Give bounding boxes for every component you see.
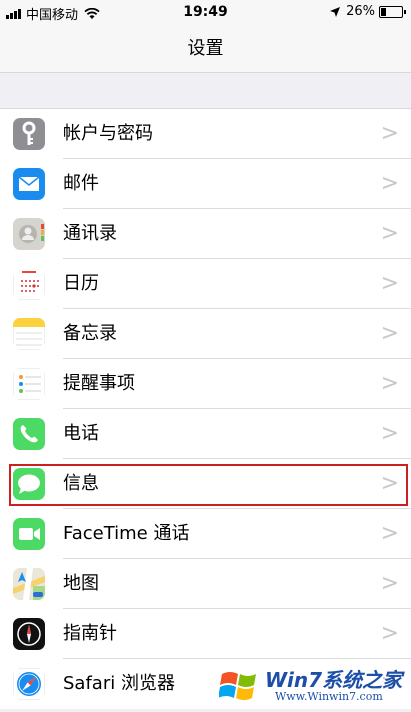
chevron-right-icon: > bbox=[380, 171, 399, 196]
chevron-right-icon: > bbox=[380, 571, 399, 596]
status-bar: 中国移动 19:49 26% bbox=[0, 0, 411, 26]
chevron-right-icon: > bbox=[380, 121, 399, 146]
messages-icon bbox=[13, 468, 45, 500]
settings-row-phone[interactable]: 电话 > bbox=[0, 409, 411, 459]
contacts-icon bbox=[13, 218, 45, 250]
settings-row-calendar[interactable]: 日历 > bbox=[0, 259, 411, 309]
row-label: 备忘录 bbox=[63, 323, 117, 344]
settings-row-mail[interactable]: 邮件 > bbox=[0, 159, 411, 209]
chevron-right-icon: > bbox=[380, 371, 399, 396]
watermark-url: Www.Winwin7.com bbox=[275, 690, 383, 703]
settings-row-messages[interactable]: 信息 > bbox=[0, 459, 411, 509]
settings-row-facetime[interactable]: FaceTime 通话 > bbox=[0, 509, 411, 559]
safari-icon bbox=[13, 668, 45, 700]
chevron-right-icon: > bbox=[380, 521, 399, 546]
watermark-title: Win7系统之家 bbox=[265, 668, 403, 692]
windows-logo-icon bbox=[219, 672, 256, 700]
location-arrow-icon bbox=[330, 6, 341, 17]
settings-row-contacts[interactable]: 通讯录 > bbox=[0, 209, 411, 259]
compass-icon bbox=[13, 618, 45, 650]
row-label: 指南针 bbox=[63, 623, 117, 644]
maps-icon bbox=[13, 568, 45, 600]
row-label: 电话 bbox=[63, 423, 99, 444]
chevron-right-icon: > bbox=[380, 421, 399, 446]
settings-row-reminders[interactable]: 提醒事项 > bbox=[0, 359, 411, 409]
settings-row-accounts[interactable]: 帐户与密码 > bbox=[0, 109, 411, 159]
reminders-icon bbox=[13, 368, 45, 400]
chevron-right-icon: > bbox=[380, 471, 399, 496]
settings-row-notes[interactable]: 备忘录 > bbox=[0, 309, 411, 359]
row-label: 地图 bbox=[63, 573, 99, 594]
phone-icon bbox=[13, 418, 45, 450]
chevron-right-icon: > bbox=[380, 621, 399, 646]
key-icon bbox=[13, 118, 45, 150]
row-label: 通讯录 bbox=[63, 223, 117, 244]
row-label: 信息 bbox=[63, 473, 99, 494]
settings-list: 帐户与密码 > 邮件 > 通讯录 > 日历 > 备忘录 > 提醒事项 > 电话 … bbox=[0, 108, 411, 709]
settings-row-maps[interactable]: 地图 > bbox=[0, 559, 411, 609]
row-label: 邮件 bbox=[63, 173, 99, 194]
chevron-right-icon: > bbox=[380, 321, 399, 346]
mail-icon bbox=[13, 168, 45, 200]
chevron-right-icon: > bbox=[380, 221, 399, 246]
battery-icon bbox=[379, 5, 406, 18]
row-label: FaceTime 通话 bbox=[63, 523, 190, 544]
chevron-right-icon: > bbox=[380, 271, 399, 296]
page-title: 设置 bbox=[0, 26, 411, 73]
calendar-icon bbox=[13, 268, 45, 300]
row-label: Safari 浏览器 bbox=[63, 673, 175, 694]
settings-row-compass[interactable]: 指南针 > bbox=[0, 609, 411, 659]
battery-percent: 26% bbox=[346, 4, 375, 19]
row-label: 提醒事项 bbox=[63, 373, 135, 394]
watermark: Win7系统之家 Www.Winwin7.com bbox=[215, 660, 411, 712]
facetime-icon bbox=[13, 518, 45, 550]
status-right: 26% bbox=[330, 4, 406, 19]
notes-icon bbox=[13, 318, 45, 350]
row-label: 日历 bbox=[63, 273, 99, 294]
row-label: 帐户与密码 bbox=[63, 123, 153, 144]
